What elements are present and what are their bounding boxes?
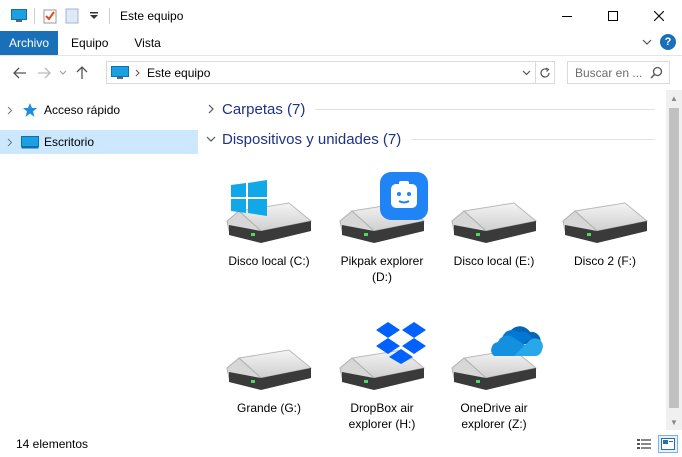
drive-item[interactable]: Grande (G:) <box>213 322 325 440</box>
help-button[interactable]: ? <box>660 34 676 50</box>
close-icon <box>654 10 664 21</box>
group-title: Dispositivos y unidades (7) <box>222 130 402 148</box>
drive-item[interactable]: Disco local (C:) <box>213 175 325 293</box>
back-arrow-icon <box>13 67 26 79</box>
toolbar-divider <box>34 7 35 24</box>
ribbon-right-controls: ? <box>642 34 676 50</box>
drive-item[interactable]: DropBox air explorer (H:) <box>326 322 438 440</box>
tiles-view-icon <box>661 438 675 450</box>
address-bar[interactable]: Este equipo <box>106 61 555 84</box>
search-input[interactable]: Buscar en ... <box>567 61 670 84</box>
pikpak-logo-icon <box>380 172 428 220</box>
item-count: 14 elementos <box>16 436 89 451</box>
drive-label: Grande (G:) <box>236 401 302 415</box>
forward-arrow-icon <box>38 67 51 79</box>
properties-icon[interactable] <box>39 5 61 27</box>
computer-icon[interactable] <box>8 5 30 27</box>
details-view-icon <box>637 439 651 449</box>
scroll-up-icon[interactable]: ▲ <box>666 90 682 106</box>
title-bar: Este equipo <box>0 0 682 31</box>
forward-button[interactable] <box>32 61 56 85</box>
tab-vista[interactable]: Vista <box>121 31 173 55</box>
tab-archivo[interactable]: Archivo <box>0 31 59 55</box>
search-placeholder: Buscar en ... <box>575 65 643 80</box>
nav-item-label: Escritorio <box>44 135 95 149</box>
up-arrow-icon <box>76 66 88 79</box>
dropbox-logo-icon <box>376 322 426 364</box>
vertical-scrollbar[interactable]: ▲ ▼ <box>666 90 682 430</box>
desktop-icon <box>20 135 40 149</box>
group-divider <box>315 108 655 110</box>
group-carpetas[interactable]: Carpetas (7) <box>200 97 655 121</box>
minimize-button[interactable] <box>544 0 590 31</box>
back-button[interactable] <box>8 61 32 85</box>
content-pane: Carpetas (7) Dispositivos y unidades (7)… <box>200 90 666 431</box>
hard-drive-icon <box>451 202 538 243</box>
nav-item-acceso-rapido[interactable]: Acceso rápido <box>0 98 198 122</box>
up-button[interactable] <box>70 61 94 85</box>
address-dropdown-icon[interactable] <box>517 70 535 76</box>
group-title: Carpetas (7) <box>222 100 306 118</box>
new-folder-icon[interactable] <box>61 5 83 27</box>
search-icon[interactable] <box>650 66 663 82</box>
star-icon <box>20 102 40 118</box>
window-title: Este equipo <box>120 8 184 23</box>
refresh-icon[interactable] <box>536 66 554 79</box>
computer-icon <box>111 65 129 80</box>
chevron-down-icon[interactable] <box>200 136 222 142</box>
quick-access-toolbar <box>0 0 114 31</box>
drive-label: DropBox air explorer (H:) <box>348 401 416 431</box>
address-controls <box>517 62 554 83</box>
group-divider <box>411 138 655 140</box>
tiles-view-button[interactable] <box>658 435 678 453</box>
scroll-down-icon[interactable]: ▼ <box>666 414 682 430</box>
drive-item[interactable]: Pikpak explorer (D:) <box>326 172 438 293</box>
status-bar: 14 elementos <box>0 430 682 457</box>
drive-label: Pikpak explorer (D:) <box>340 254 424 284</box>
chevron-right-icon[interactable] <box>200 104 222 114</box>
hard-drive-icon <box>226 349 313 390</box>
group-dispositivos[interactable]: Dispositivos y unidades (7) <box>200 127 655 151</box>
scrollbar-thumb[interactable] <box>669 108 679 408</box>
drive-item[interactable]: OneDrive air explorer (Z:) <box>438 322 550 440</box>
drive-label: OneDrive air explorer (Z:) <box>460 401 528 431</box>
drive-item[interactable]: Disco 2 (F:) <box>549 175 661 293</box>
toolbar-divider <box>109 7 110 24</box>
chevron-right-icon[interactable] <box>135 69 141 77</box>
expand-ribbon-chevron-icon[interactable] <box>642 35 652 49</box>
chevron-right-icon[interactable] <box>0 138 20 147</box>
drive-label: Disco 2 (F:) <box>573 254 636 268</box>
recent-locations-button[interactable] <box>56 61 70 85</box>
window-controls <box>544 0 682 31</box>
onedrive-logo-icon <box>491 326 543 356</box>
windows-logo-icon <box>231 180 267 216</box>
nav-item-escritorio[interactable]: Escritorio <box>0 130 198 154</box>
close-button[interactable] <box>636 0 682 31</box>
navigation-pane: Acceso rápido Escritorio <box>0 90 200 430</box>
address-path: Este equipo <box>147 65 211 80</box>
tab-equipo[interactable]: Equipo <box>58 31 121 55</box>
minimize-icon <box>562 15 572 17</box>
hard-drive-icon <box>562 202 649 243</box>
view-toggle <box>634 435 678 453</box>
ribbon-tabs: Archivo Equipo Vista ? <box>0 31 682 56</box>
maximize-icon <box>608 10 618 21</box>
chevron-right-icon[interactable] <box>0 106 20 115</box>
customize-toolbar-chevron-icon[interactable] <box>83 5 105 27</box>
drive-label: Disco local (E:) <box>453 254 535 268</box>
chevron-down-icon <box>59 70 67 75</box>
details-view-button[interactable] <box>634 435 654 453</box>
nav-item-label: Acceso rápido <box>44 103 121 117</box>
drive-item[interactable]: Disco local (E:) <box>438 175 550 293</box>
drive-label: Disco local (C:) <box>228 254 310 268</box>
maximize-button[interactable] <box>590 0 636 31</box>
navigation-bar: Este equipo Buscar en ... <box>0 56 682 90</box>
